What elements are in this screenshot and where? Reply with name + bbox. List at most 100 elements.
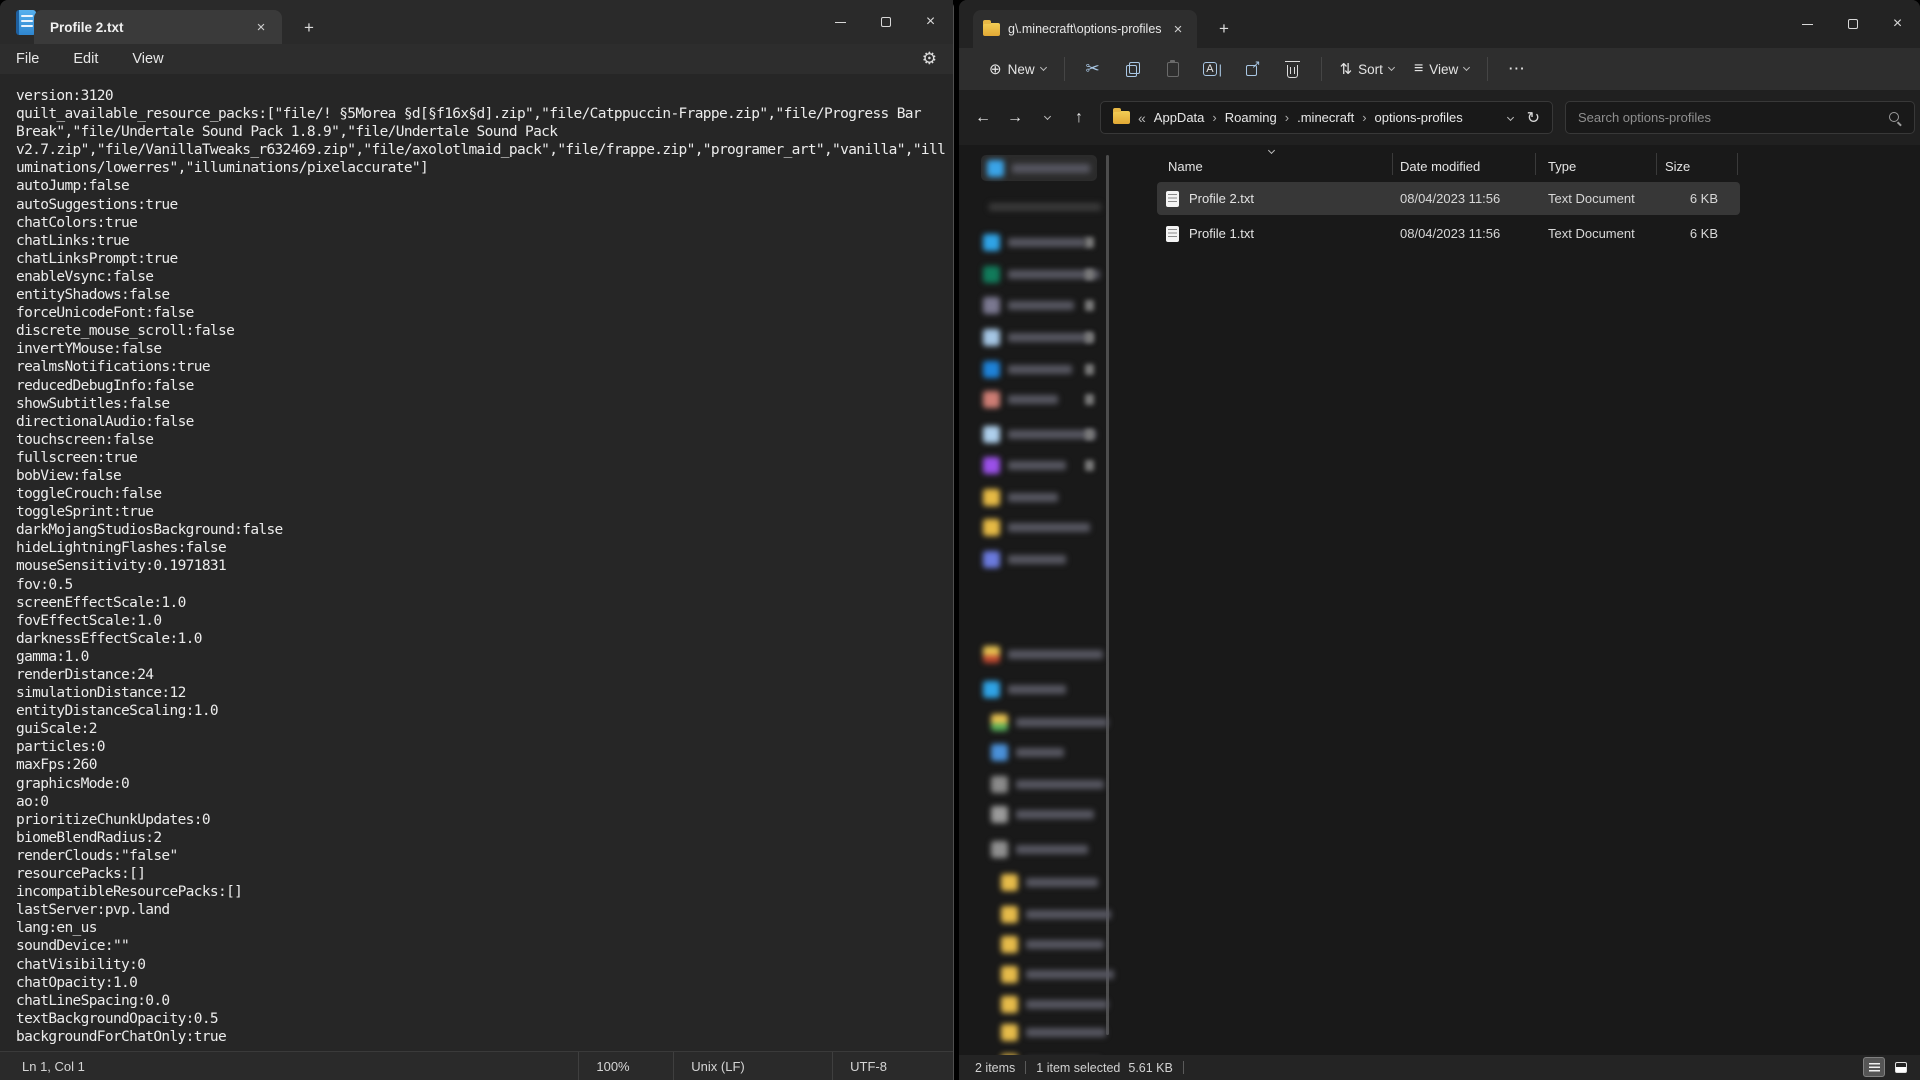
- sidebar-item-blurred[interactable]: [983, 230, 1086, 254]
- large-icons-view-button[interactable]: [1890, 1057, 1912, 1077]
- pin-icon: [1085, 237, 1094, 248]
- explorer-tab-title: g\.minecraft\options-profiles: [1008, 22, 1167, 36]
- sidebar-item-blurred[interactable]: [983, 515, 1090, 539]
- address-bar[interactable]: « AppData›Roaming›.minecraft›options-pro…: [1100, 101, 1553, 134]
- menu-file[interactable]: File: [6, 48, 49, 70]
- column-divider[interactable]: [1656, 153, 1657, 175]
- line-ending[interactable]: Unix (LF): [673, 1052, 832, 1080]
- details-view-button[interactable]: [1863, 1057, 1885, 1077]
- pin-icon: [1085, 332, 1094, 343]
- sidebar-item-blurred[interactable]: [983, 293, 1074, 317]
- sidebar-item-blurred[interactable]: [991, 740, 1064, 764]
- breadcrumb-item[interactable]: options-profiles: [1369, 107, 1469, 128]
- new-tab-button[interactable]: +: [1211, 17, 1237, 41]
- sidebar-item-icon: [983, 329, 1000, 346]
- search-input[interactable]: [1578, 110, 1888, 125]
- sidebar-item-icon: [983, 551, 1000, 568]
- paste-button[interactable]: [1153, 53, 1193, 85]
- address-dropdown-icon[interactable]: [1507, 114, 1514, 121]
- search-icon[interactable]: [1888, 111, 1902, 125]
- pin-icon: [1085, 429, 1094, 440]
- copy-button[interactable]: [1113, 53, 1153, 85]
- sidebar-item-blurred[interactable]: [983, 357, 1072, 381]
- sidebar-item-blurred[interactable]: [983, 325, 1092, 349]
- rename-button[interactable]: A|: [1193, 53, 1233, 85]
- column-divider[interactable]: [1737, 153, 1738, 175]
- breadcrumb-item[interactable]: .minecraft: [1291, 107, 1360, 128]
- view-button[interactable]: ≡ View: [1404, 54, 1479, 84]
- sidebar-item-blurred[interactable]: [1001, 1020, 1106, 1044]
- sidebar-item-blurred[interactable]: [983, 677, 1066, 701]
- settings-gear-icon[interactable]: ⚙: [922, 47, 937, 71]
- file-row[interactable]: Profile 2.txt08/04/2023 11:56Text Docume…: [1157, 182, 1740, 215]
- search-box[interactable]: [1565, 101, 1915, 134]
- menu-view[interactable]: View: [122, 48, 173, 70]
- sort-button[interactable]: ⇅ Sort: [1330, 54, 1404, 84]
- new-tab-button[interactable]: +: [296, 16, 322, 40]
- sidebar-item-blurred[interactable]: [981, 155, 1097, 181]
- view-icon: ≡: [1414, 60, 1423, 78]
- column-header-name[interactable]: Name: [1168, 159, 1203, 174]
- sidebar-item-label-blurred: [1012, 164, 1090, 173]
- column-header-type[interactable]: Type: [1548, 159, 1576, 174]
- breadcrumb-item[interactable]: AppData: [1148, 107, 1211, 128]
- sidebar-item-blurred[interactable]: [983, 387, 1058, 411]
- new-button[interactable]: ⊕ New: [979, 54, 1056, 84]
- column-headers: Name Date modified Type Size: [1157, 145, 1898, 181]
- more-options-button[interactable]: ⋯: [1496, 53, 1536, 85]
- maximize-button[interactable]: [863, 0, 908, 44]
- sidebar-item-blurred[interactable]: [1001, 902, 1111, 926]
- close-button[interactable]: ×: [908, 0, 953, 44]
- tab-close-icon[interactable]: ×: [1167, 18, 1189, 40]
- file-row[interactable]: Profile 1.txt08/04/2023 11:56Text Docume…: [1157, 217, 1740, 250]
- notepad-tab[interactable]: Profile 2.txt ×: [34, 10, 282, 44]
- sidebar-item-blurred[interactable]: [983, 453, 1066, 477]
- breadcrumb-item[interactable]: Roaming: [1219, 107, 1283, 128]
- encoding[interactable]: UTF-8: [832, 1052, 953, 1080]
- back-button[interactable]: ←: [967, 102, 999, 134]
- sidebar-item-blurred[interactable]: [991, 772, 1104, 796]
- refresh-icon[interactable]: ↻: [1523, 106, 1544, 130]
- sidebar-item-blurred[interactable]: [1001, 870, 1098, 894]
- sidebar-item-label-blurred: [1008, 333, 1092, 342]
- sidebar-item-blurred[interactable]: [1001, 962, 1114, 986]
- delete-button[interactable]: [1273, 53, 1313, 85]
- sidebar-item-blurred[interactable]: [1001, 932, 1104, 956]
- breadcrumb-overflow-icon[interactable]: «: [1138, 110, 1146, 126]
- sidebar-item-blurred[interactable]: [989, 195, 1101, 219]
- sidebar-item-blurred[interactable]: [991, 710, 1108, 734]
- minimize-button[interactable]: [1785, 0, 1830, 48]
- share-button[interactable]: [1233, 53, 1273, 85]
- editor-text[interactable]: version:3120 quilt_available_resource_pa…: [16, 87, 953, 1046]
- tab-close-icon[interactable]: ×: [250, 16, 272, 38]
- sidebar-item-blurred[interactable]: [1001, 992, 1108, 1016]
- cut-button[interactable]: ✂: [1073, 53, 1113, 85]
- file-type: Text Document: [1548, 191, 1635, 206]
- sidebar-item-blurred[interactable]: [991, 802, 1094, 826]
- sidebar-item-label-blurred: [1008, 301, 1074, 310]
- sidebar-item-blurred[interactable]: [983, 547, 1066, 571]
- zoom-level[interactable]: 100%: [578, 1052, 673, 1080]
- explorer-tab[interactable]: g\.minecraft\options-profiles ×: [973, 10, 1197, 48]
- maximize-button[interactable]: [1830, 0, 1875, 48]
- sidebar-item-blurred[interactable]: [983, 485, 1058, 509]
- column-divider[interactable]: [1392, 153, 1393, 175]
- column-header-date-modified[interactable]: Date modified: [1400, 159, 1480, 174]
- sidebar-item-blurred[interactable]: [991, 837, 1088, 861]
- column-header-size[interactable]: Size: [1665, 159, 1690, 174]
- sidebar-item-icon: [991, 776, 1008, 793]
- notepad-editor[interactable]: version:3120 quilt_available_resource_pa…: [0, 74, 953, 1051]
- recent-locations-button[interactable]: [1031, 102, 1063, 134]
- up-button[interactable]: ↑: [1063, 102, 1095, 134]
- sidebar-item-blurred[interactable]: [983, 642, 1103, 666]
- forward-button[interactable]: →: [999, 102, 1031, 134]
- large-icons-view-icon: [1895, 1062, 1907, 1073]
- sidebar-item-blurred[interactable]: [983, 422, 1096, 446]
- sidebar-item-label-blurred: [1008, 430, 1096, 439]
- minimize-button[interactable]: [818, 0, 863, 44]
- sidebar-item-blurred[interactable]: [983, 262, 1100, 286]
- sidebar-item-label-blurred: [1016, 780, 1104, 789]
- menu-edit[interactable]: Edit: [63, 48, 108, 70]
- close-button[interactable]: ×: [1875, 0, 1920, 48]
- column-divider[interactable]: [1535, 153, 1536, 175]
